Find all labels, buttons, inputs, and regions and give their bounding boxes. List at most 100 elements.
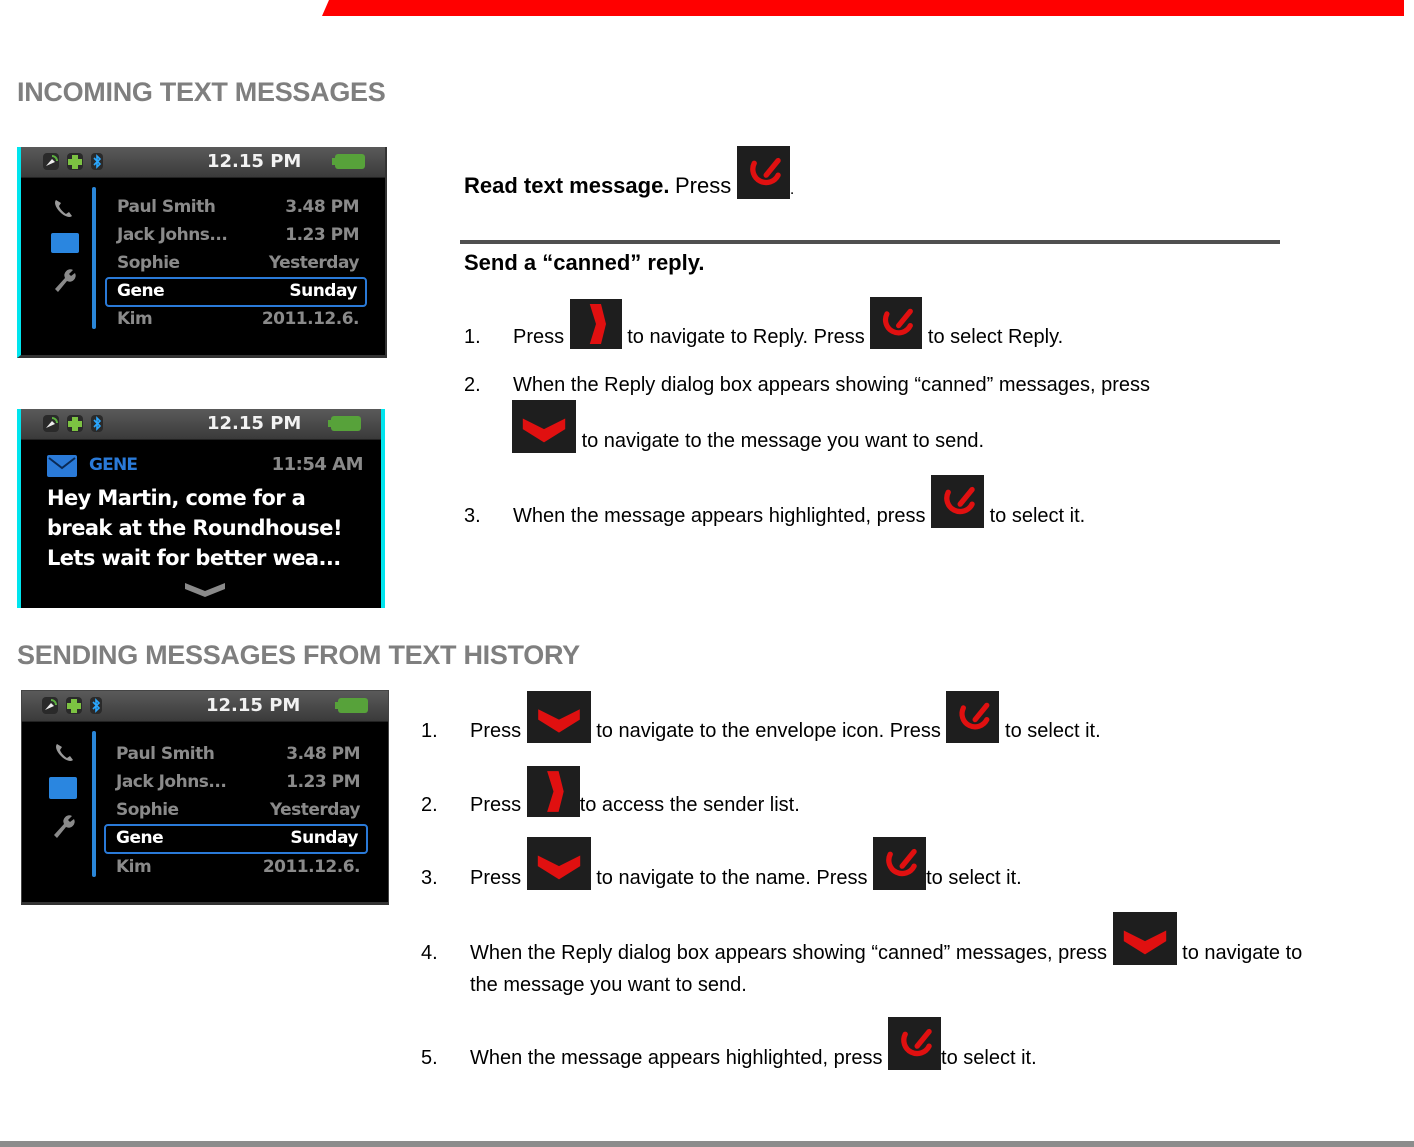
contact-row: Paul Smith 3.48 PM	[116, 744, 360, 764]
history-step-5: 5. When the message appears highlighted,…	[421, 1017, 1037, 1070]
step-text: to navigate to the message you want to s…	[581, 430, 985, 452]
step-text: to select it.	[926, 867, 1022, 889]
step-text: to select it.	[1005, 720, 1101, 742]
step-text: Press	[513, 326, 565, 348]
step-text: to navigate to the envelope icon. Press	[596, 720, 941, 742]
divider-line	[92, 731, 96, 877]
step-number: 2.	[464, 374, 481, 396]
select-key-icon	[870, 297, 923, 349]
bluetooth-icon	[91, 415, 103, 432]
step-number: 3.	[464, 505, 481, 527]
device-screen-message: 12.15 PM GENE 11:54 AM Hey Martin, come …	[17, 409, 385, 608]
step-number: 1.	[464, 326, 481, 348]
message-time: 11:54 AM	[271, 454, 364, 475]
status-bar: 12.15 PM	[21, 409, 381, 440]
history-step-3: 3. Press to navigate to the name. Press …	[421, 837, 1022, 890]
step-text: to navigate to Reply. Press	[627, 326, 865, 348]
select-key-icon	[736, 146, 790, 199]
status-bar: 12.15 PM	[22, 691, 388, 722]
message-line: Lets wait for better wea...	[47, 546, 341, 570]
step-text: to access the sender list.	[579, 794, 800, 816]
step-text: When the Reply dialog box appears showin…	[470, 942, 1108, 964]
canned-step-2-continued: to navigate to the message you want to s…	[512, 400, 984, 453]
select-key-icon	[873, 837, 927, 890]
contact-row: Kim 2011.12.6.	[117, 309, 360, 329]
envelope-icon	[49, 777, 77, 799]
step-text: When the message appears highlighted, pr…	[470, 1047, 883, 1069]
status-time: 12.15 PM	[206, 695, 301, 716]
plus-icon	[66, 697, 82, 714]
plus-icon	[67, 153, 83, 170]
contact-row: Jack Johns... 1.23 PM	[116, 772, 360, 792]
read-message-text: Press	[675, 173, 732, 198]
contact-row: Sophie Yesterday	[116, 800, 361, 820]
select-key-icon	[946, 691, 1000, 743]
right-arrow-key-icon	[569, 299, 622, 349]
history-step-4-continued: the message you want to send.	[470, 974, 747, 996]
step-number: 4.	[421, 942, 438, 964]
contact-row: Jack Johns... 1.23 PM	[117, 225, 359, 245]
step-text: When the message appears highlighted, pr…	[513, 505, 926, 527]
plus-icon	[67, 415, 83, 432]
message-sender: GENE	[89, 455, 138, 475]
battery-icon	[328, 416, 361, 431]
scroll-down-chevron-icon	[185, 581, 225, 602]
status-time: 12.15 PM	[207, 413, 302, 434]
device-screen-contacts: 12.15 PM Paul Smith 3.48 PM Jack Johns...…	[17, 147, 387, 358]
step-text: to select Reply.	[927, 326, 1064, 348]
canned-reply-heading: Send a “canned” reply.	[464, 250, 705, 275]
read-message-label: Read text message.	[464, 173, 670, 198]
step-number: 2.	[421, 794, 438, 816]
down-arrow-key-icon	[512, 400, 576, 453]
contact-row: Paul Smith 3.48 PM	[117, 197, 359, 217]
canned-step-1: 1. Press to navigate to Reply. Press to …	[464, 297, 1063, 349]
step-number: 3.	[421, 867, 438, 889]
phone-icon	[52, 741, 76, 770]
contact-row: Kim 2011.12.6.	[116, 857, 361, 877]
down-arrow-key-icon	[526, 837, 591, 890]
section-divider	[460, 240, 1280, 244]
battery-icon	[335, 698, 368, 713]
contact-row-selected: Gene Sunday	[105, 277, 367, 307]
section-title-incoming: INCOMING TEXT MESSAGES	[17, 77, 386, 107]
settings-wrench-icon	[50, 811, 76, 844]
battery-icon	[332, 154, 365, 169]
envelope-icon	[51, 233, 79, 253]
step-text: Press	[470, 867, 522, 889]
period: .	[789, 181, 795, 198]
step-number: 1.	[421, 720, 438, 742]
bluetooth-icon	[90, 697, 102, 714]
history-step-1: 1. Press to navigate to the envelope ico…	[421, 690, 1101, 743]
step-text: to select it.	[989, 505, 1086, 527]
section-title-history: SENDING MESSAGES FROM TEXT HISTORY	[17, 640, 580, 670]
divider-line	[92, 187, 96, 329]
down-arrow-key-icon	[1112, 912, 1177, 965]
settings-wrench-icon	[51, 265, 77, 298]
message-line: break at the Roundhouse!	[47, 516, 343, 540]
down-arrow-key-icon	[526, 691, 591, 743]
step-text: Press	[470, 720, 522, 742]
message-line: Hey Martin, come for a	[47, 486, 306, 510]
gps-icon	[42, 697, 58, 714]
history-step-4: 4. When the Reply dialog box appears sho…	[421, 912, 1302, 965]
select-key-icon	[888, 1017, 942, 1070]
history-step-2: 2. Press to access the sender list.	[421, 764, 800, 817]
header-red-bar	[322, 0, 1404, 16]
right-arrow-key-icon	[526, 766, 580, 817]
step-text: to navigate to	[1182, 942, 1303, 964]
phone-icon	[51, 197, 75, 226]
select-key-icon	[931, 475, 985, 528]
footer-rule	[0, 1141, 1414, 1147]
gps-icon	[43, 153, 59, 170]
step-text: Press	[470, 794, 522, 816]
step-text: When the Reply dialog box appears showin…	[513, 374, 1151, 396]
status-time: 12.15 PM	[207, 151, 302, 172]
step-number: 5.	[421, 1047, 438, 1069]
envelope-icon	[47, 455, 77, 482]
step-text: to select it.	[941, 1047, 1037, 1069]
gps-icon	[43, 415, 59, 432]
status-bar: 12.15 PM	[21, 147, 385, 178]
contact-row: Sophie Yesterday	[117, 253, 360, 273]
read-message-instruction: Read text message. Press .	[464, 146, 794, 199]
device-screen-history: 12.15 PM Paul Smith 3.48 PM Jack Johns...…	[21, 690, 389, 905]
